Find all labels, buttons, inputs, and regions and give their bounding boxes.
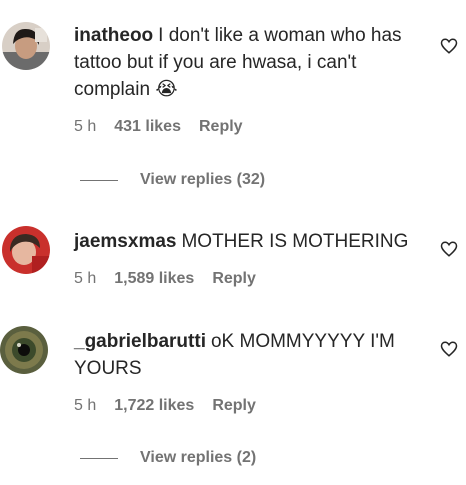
reply-button[interactable]: Reply <box>212 270 256 288</box>
comment-username[interactable]: _gabrielbarutti <box>74 331 206 352</box>
view-replies-button[interactable]: View replies (2) <box>80 449 256 467</box>
comment-text: _gabrielbarutti oK MOMMYYYYY I'M YOURS <box>74 328 424 382</box>
comment-meta: 5 h 1,722 likes Reply <box>74 397 256 415</box>
comment-meta: 5 h 431 likes Reply <box>74 118 243 136</box>
comment-text: inatheoo I don't like a woman who has tat… <box>74 22 424 103</box>
comment-body: MOTHER IS MOTHERING <box>181 231 409 252</box>
avatar-image <box>2 22 50 70</box>
heart-outline-icon[interactable] <box>440 240 458 258</box>
comment-likes[interactable]: 1,722 likes <box>114 397 194 415</box>
comment-likes[interactable]: 431 likes <box>114 118 181 136</box>
avatar-image <box>0 326 48 374</box>
view-replies-label: View replies (32) <box>140 171 266 188</box>
reply-button[interactable]: Reply <box>212 397 256 415</box>
avatar[interactable] <box>2 226 50 274</box>
loudly-crying-emoji: 😭 <box>155 79 178 100</box>
view-replies-label: View replies (2) <box>140 449 257 466</box>
divider-line <box>80 457 118 459</box>
avatar[interactable] <box>2 22 50 70</box>
comment-text: jaemsxmas MOTHER IS MOTHERING <box>74 228 424 255</box>
comment-likes[interactable]: 1,589 likes <box>114 270 194 288</box>
comment-time[interactable]: 5 h <box>74 118 96 136</box>
view-replies-button[interactable]: View replies (32) <box>80 171 265 189</box>
avatar-image <box>2 226 50 274</box>
heart-outline-icon[interactable] <box>440 37 458 55</box>
avatar[interactable] <box>0 326 48 374</box>
comment-username[interactable]: inatheoo <box>74 25 153 46</box>
reply-button[interactable]: Reply <box>199 118 243 136</box>
comment-username[interactable]: jaemsxmas <box>74 231 176 252</box>
comment-time[interactable]: 5 h <box>74 397 96 415</box>
comment-time[interactable]: 5 h <box>74 270 96 288</box>
comment-meta: 5 h 1,589 likes Reply <box>74 270 256 288</box>
heart-outline-icon[interactable] <box>440 340 458 358</box>
divider-line <box>80 179 118 181</box>
